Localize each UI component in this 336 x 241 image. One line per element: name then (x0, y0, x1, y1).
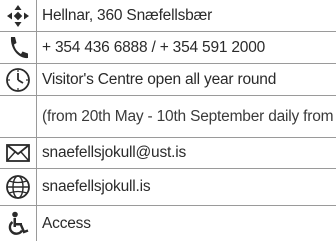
address-row: Hellnar, 360 Snæfellsbær (0, 0, 336, 31)
globe-icon (0, 169, 36, 205)
email-row[interactable]: snaefellsjokull@ust.is (0, 138, 336, 168)
clock-icon (0, 64, 36, 95)
access-row[interactable]: Access (0, 206, 336, 241)
direction-arrows-icon (0, 0, 36, 31)
hours-note: (from 20th May - 10th September daily fr… (42, 107, 336, 125)
hours-row: Visitor's Centre open all year round (0, 64, 336, 95)
phone-text[interactable]: + 354 436 6888 / + 354 591 2000 (37, 32, 336, 63)
envelope-icon (0, 138, 36, 168)
website-link[interactable]: snaefellsjokull.is (37, 169, 336, 205)
contact-info-list: Hellnar, 360 Snæfellsbær + 354 436 6888 … (0, 0, 336, 241)
phone-row[interactable]: + 354 436 6888 / + 354 591 2000 (0, 32, 336, 63)
hours-note-row: (from 20th May - 10th September daily fr… (0, 96, 336, 137)
phone-icon (0, 32, 36, 63)
email-link[interactable]: snaefellsjokull@ust.is (37, 138, 336, 168)
hours-text: Visitor's Centre open all year round (42, 70, 277, 88)
address-text: Hellnar, 360 Snæfellsbær (42, 6, 213, 24)
wheelchair-icon (0, 206, 36, 241)
access-link[interactable]: Access (37, 206, 336, 241)
empty-icon-cell (0, 96, 36, 137)
website-row[interactable]: snaefellsjokull.is (0, 169, 336, 205)
